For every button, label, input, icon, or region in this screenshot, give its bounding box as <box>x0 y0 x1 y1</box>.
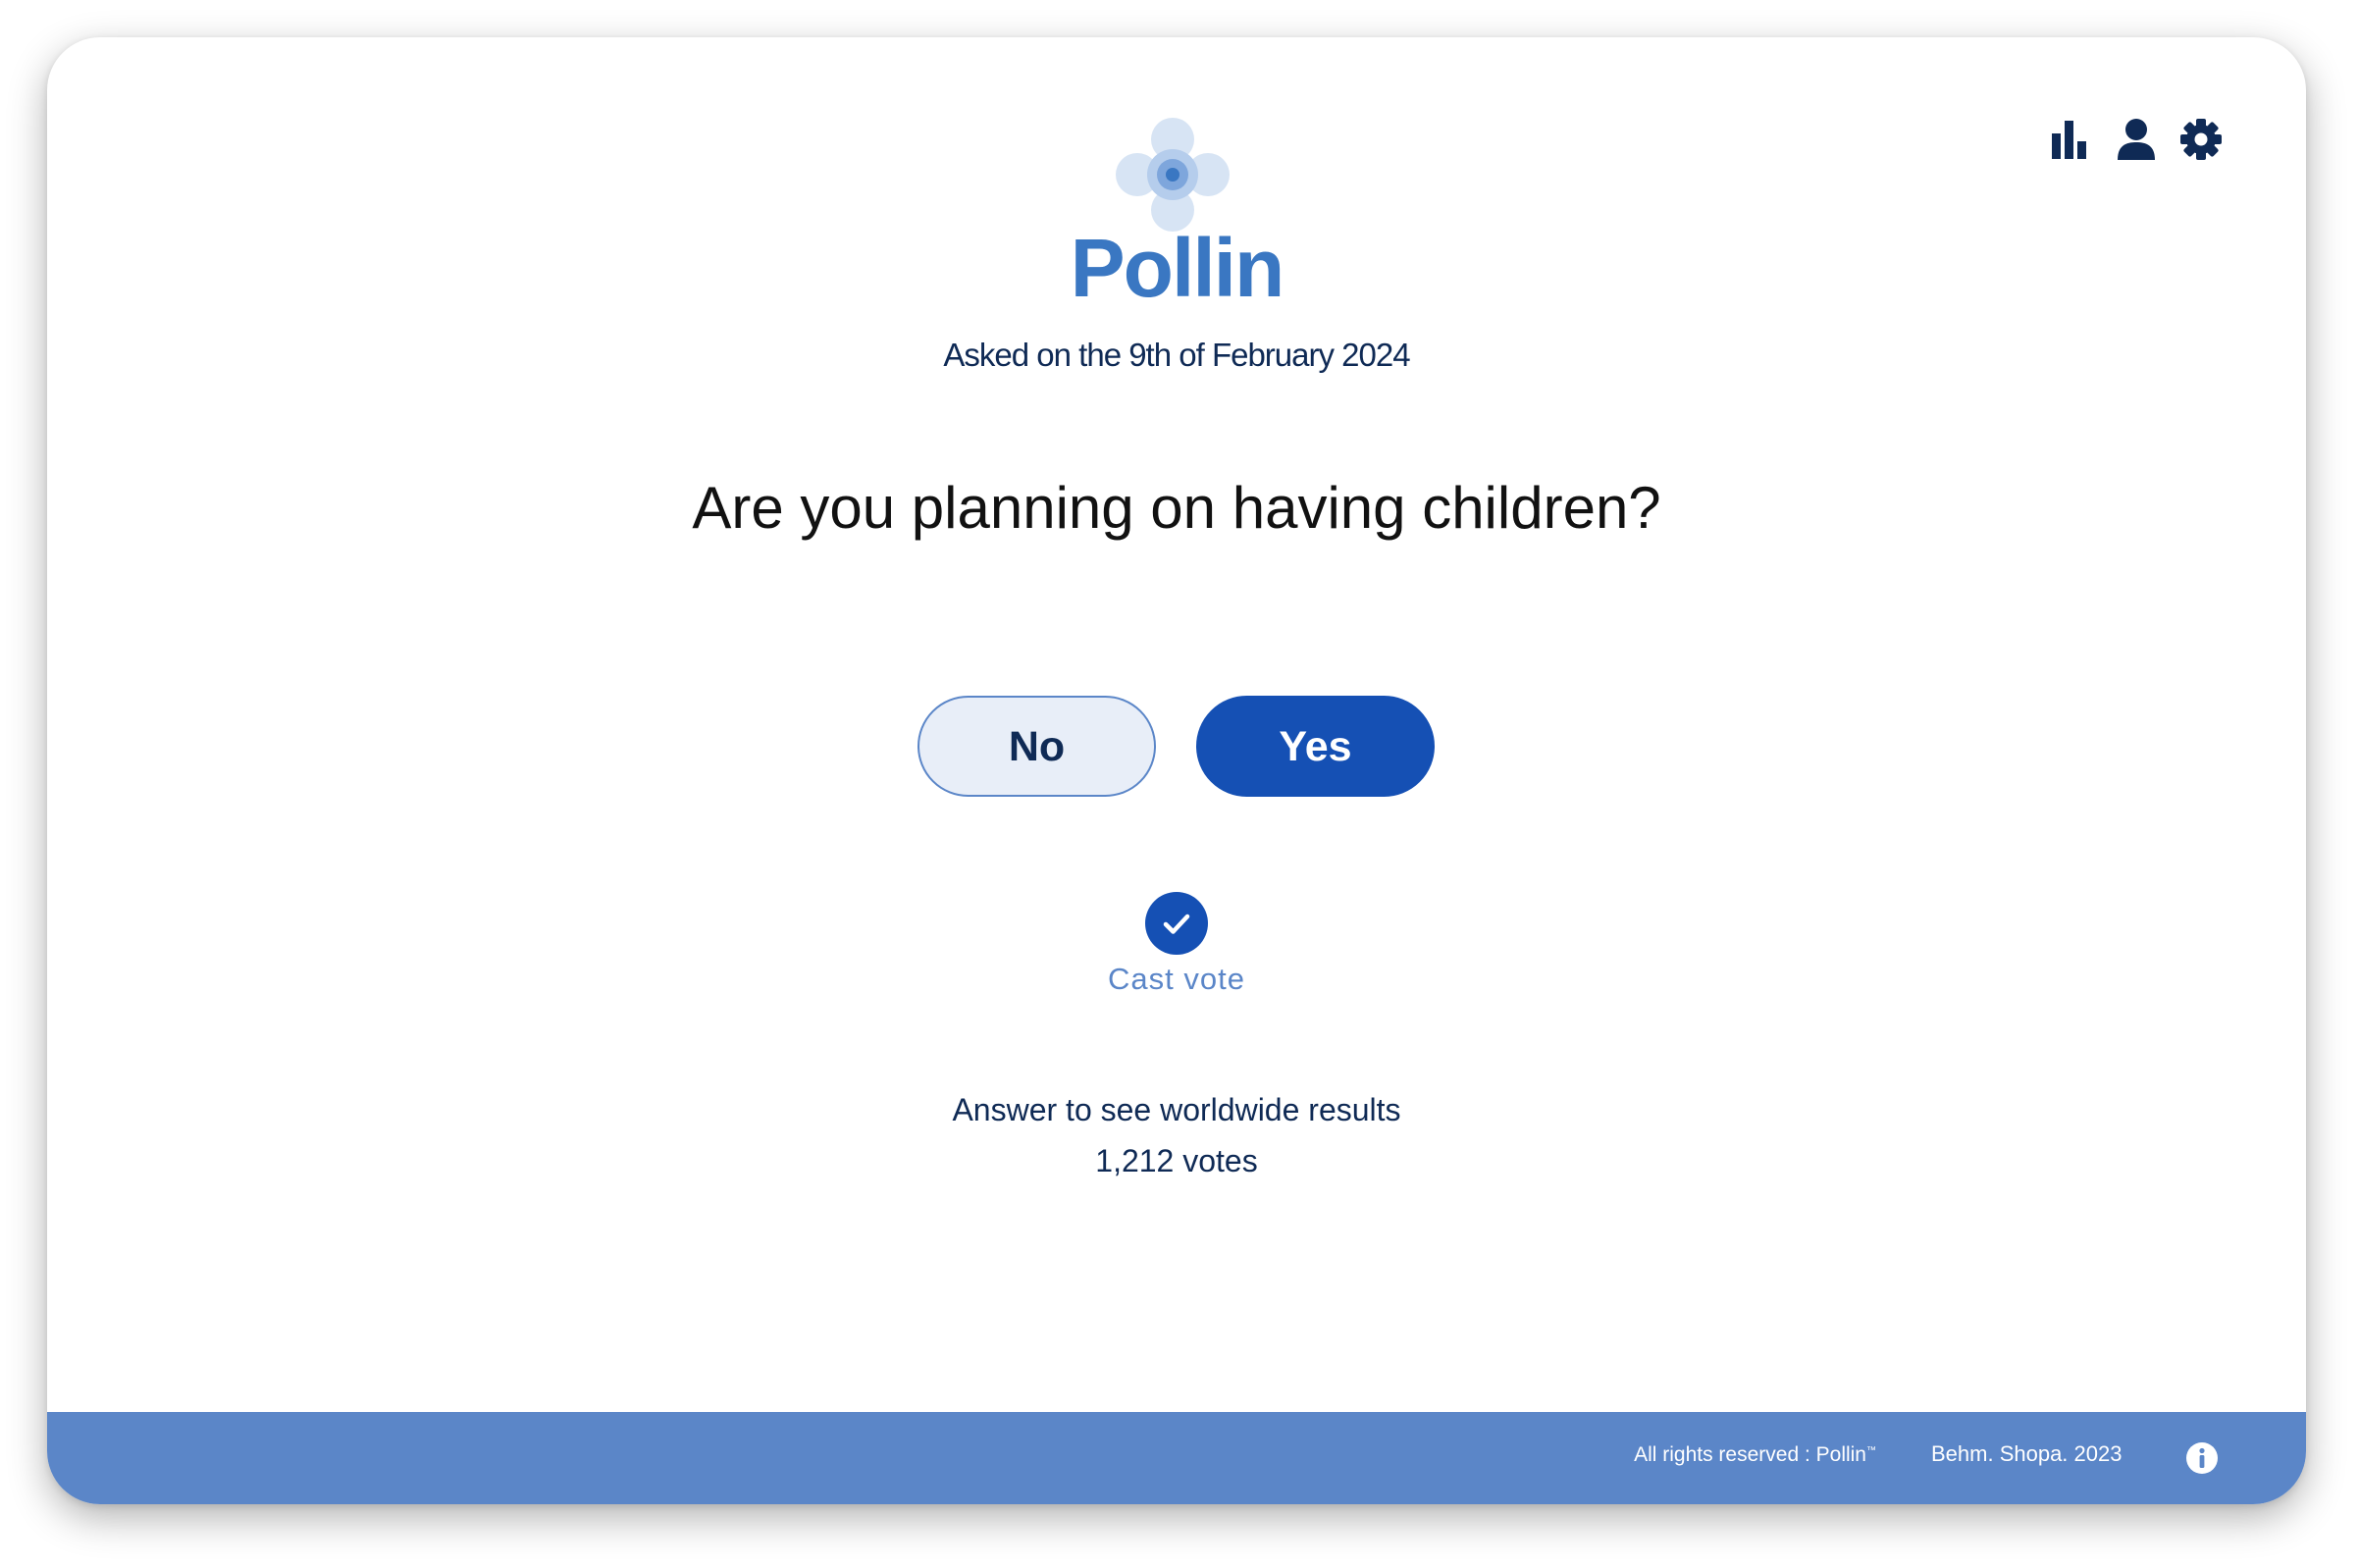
poll-question: Are you planning on having children? <box>692 475 1661 541</box>
cast-vote-button[interactable] <box>1145 892 1208 955</box>
pollen-flower-icon <box>1116 118 1230 232</box>
results-prompt: Answer to see worldwide results <box>952 1092 1401 1127</box>
brand-name: Pollin <box>1070 222 1285 314</box>
gear-icon[interactable] <box>2179 118 2223 161</box>
rights-notice: All rights reserved : Pollin™ <box>1028 1443 1876 1467</box>
info-icon[interactable] <box>2186 1442 2218 1474</box>
check-icon <box>1163 914 1190 934</box>
vote-count: 1,212 votes <box>1095 1143 1258 1178</box>
footer-credit: Behm. Shopa. 2023 <box>1931 1441 2123 1466</box>
asked-date: Asked on the 9th of February 2024 <box>943 337 1410 373</box>
no-button[interactable]: No <box>917 696 1156 797</box>
cast-vote-label: Cast vote <box>1108 962 1245 996</box>
yes-button[interactable]: Yes <box>1196 696 1435 797</box>
poll-card: Pollin Asked on the 9th of February 2024… <box>47 37 2306 1504</box>
bar-chart-icon[interactable] <box>2049 118 2092 161</box>
footer: All rights reserved : Pollin™ Behm. Shop… <box>47 1412 2306 1504</box>
trademark-symbol: ™ <box>1866 1445 1876 1456</box>
user-icon[interactable] <box>2115 118 2158 161</box>
rights-text: All rights reserved : Pollin <box>1634 1443 1866 1466</box>
